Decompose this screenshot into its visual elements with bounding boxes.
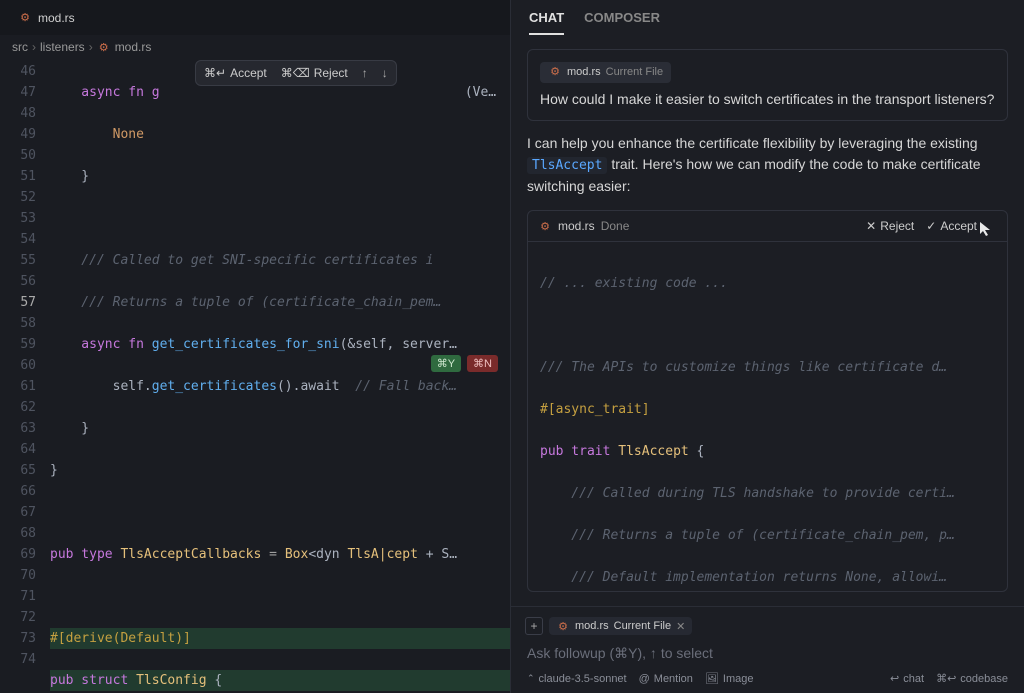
chat-input[interactable]: Ask followup (⌘Y), ↑ to select	[525, 641, 1010, 672]
accept-label: Accept	[230, 66, 267, 80]
add-context-button[interactable]: +	[525, 617, 543, 635]
pill-suffix: Current File	[614, 620, 671, 632]
code-suggestion-card: ⚙ mod.rs Done ✕ Reject ✓ Accept //	[527, 210, 1008, 592]
reject-button[interactable]: ⌘⌫ Reject	[281, 66, 348, 80]
model-name: claude-3.5-sonnet	[539, 673, 627, 685]
context-file-pill[interactable]: ⚙ mod.rs Current File ✕	[549, 617, 692, 635]
tab-filename: mod.rs	[38, 11, 75, 25]
trait-code-pill: TlsAccept	[527, 157, 607, 174]
image-button[interactable]: 🖼 Image	[705, 672, 754, 685]
rust-file-icon: ⚙	[556, 619, 570, 633]
rust-file-icon: ⚙	[538, 219, 552, 233]
tab-composer[interactable]: COMPOSER	[584, 10, 660, 35]
breadcrumb-segment[interactable]: mod.rs	[115, 40, 152, 54]
reject-label: Reject	[880, 219, 914, 233]
shortcut-label: ⌘↵	[204, 66, 226, 80]
code-card-body: // ... existing code ... /// The APIs to…	[528, 242, 1007, 592]
code-card-status: Done	[601, 219, 630, 233]
chat-footer: ⌃ claude-3.5-sonnet @ Mention 🖼 Image ↩ …	[525, 672, 1010, 685]
pill-filename: mod.rs	[567, 64, 601, 81]
line-number-gutter: 46 47 48 49 50 51 52 53 54 55 56 57 58 5…	[0, 59, 50, 693]
context-file-pill[interactable]: ⚙ mod.rs Current File	[540, 62, 671, 83]
breadcrumb[interactable]: src › listeners › ⚙ mod.rs	[0, 35, 510, 59]
breadcrumb-segment[interactable]: listeners	[40, 40, 85, 54]
code-text[interactable]: async fn gxxxxxxxxxxxxxxxxxxxxxxxxxxxxxx…	[50, 59, 510, 693]
arrow-up-icon[interactable]: ↑	[362, 66, 368, 80]
codebase-button[interactable]: ⌘↩ codebase	[936, 672, 1008, 685]
image-label: Image	[723, 673, 754, 685]
accept-label: Accept	[940, 219, 977, 233]
chevron-right-icon: ›	[32, 40, 36, 54]
code-card-header: ⚙ mod.rs Done ✕ Reject ✓ Accept	[528, 211, 1007, 242]
cursor-icon	[978, 220, 994, 236]
inline-diff-toolbar: ⌘↵ Accept ⌘⌫ Reject ↑ ↓	[195, 60, 397, 86]
rust-file-icon: ⚙	[97, 40, 111, 54]
reject-shortcut-badge[interactable]: ⌘N	[467, 355, 498, 372]
accept-shortcut-badge[interactable]: ⌘Y	[431, 355, 461, 372]
assistant-text: I can help you enhance the certificate f…	[527, 135, 978, 151]
return-icon: ↩	[890, 672, 899, 685]
reject-button[interactable]: ✕ Reject	[866, 219, 914, 233]
at-icon: @	[639, 673, 650, 685]
assistant-message: I can help you enhance the certificate f…	[527, 133, 1008, 199]
arrow-down-icon[interactable]: ↓	[382, 66, 388, 80]
code-card-filename: mod.rs	[558, 219, 595, 233]
editor-tab-bar: ⚙ mod.rs	[0, 0, 510, 35]
breadcrumb-segment[interactable]: src	[12, 40, 28, 54]
pill-filename: mod.rs	[575, 620, 609, 632]
code-editor[interactable]: 46 47 48 49 50 51 52 53 54 55 56 57 58 5…	[0, 59, 510, 693]
chat-label: chat	[903, 673, 924, 685]
chat-tab-bar: CHAT COMPOSER	[511, 0, 1024, 35]
rust-file-icon: ⚙	[548, 65, 562, 79]
codebase-label: codebase	[960, 673, 1008, 685]
input-context-pills: + ⚙ mod.rs Current File ✕	[525, 617, 1010, 635]
check-icon: ✓	[926, 219, 936, 233]
model-selector[interactable]: ⌃ claude-3.5-sonnet	[527, 673, 627, 685]
mention-button[interactable]: @ Mention	[639, 673, 693, 685]
pill-suffix: Current File	[606, 64, 663, 81]
chevron-up-icon: ⌃	[527, 673, 535, 684]
close-icon: ✕	[866, 219, 876, 233]
user-message: ⚙ mod.rs Current File How could I make i…	[527, 49, 1008, 121]
chat-body: ⚙ mod.rs Current File How could I make i…	[511, 35, 1024, 606]
accept-button[interactable]: ⌘↵ Accept	[204, 66, 267, 80]
accept-button[interactable]: ✓ Accept	[926, 218, 997, 234]
reject-label: Reject	[314, 66, 348, 80]
close-icon[interactable]: ✕	[676, 620, 685, 633]
user-question-text: How could I make it easier to switch cer…	[540, 89, 995, 110]
mention-label: Mention	[654, 673, 693, 685]
chevron-right-icon: ›	[89, 40, 93, 54]
chat-pane: CHAT COMPOSER ⚙ mod.rs Current File How …	[510, 0, 1024, 693]
shortcut-label: ⌘⌫	[281, 66, 310, 80]
shortcut-icon: ⌘↩	[936, 672, 956, 685]
tab-chat[interactable]: CHAT	[529, 10, 564, 35]
diff-keybind-badges: ⌘Y ⌘N	[431, 355, 498, 372]
chat-input-area: + ⚙ mod.rs Current File ✕ Ask followup (…	[511, 606, 1024, 693]
rust-file-icon: ⚙	[18, 11, 32, 25]
image-icon: 🖼	[705, 672, 719, 685]
editor-tab[interactable]: ⚙ mod.rs	[8, 5, 85, 31]
editor-pane: ⚙ mod.rs src › listeners › ⚙ mod.rs 46 4…	[0, 0, 510, 693]
chat-mode-button[interactable]: ↩ chat	[890, 672, 924, 685]
